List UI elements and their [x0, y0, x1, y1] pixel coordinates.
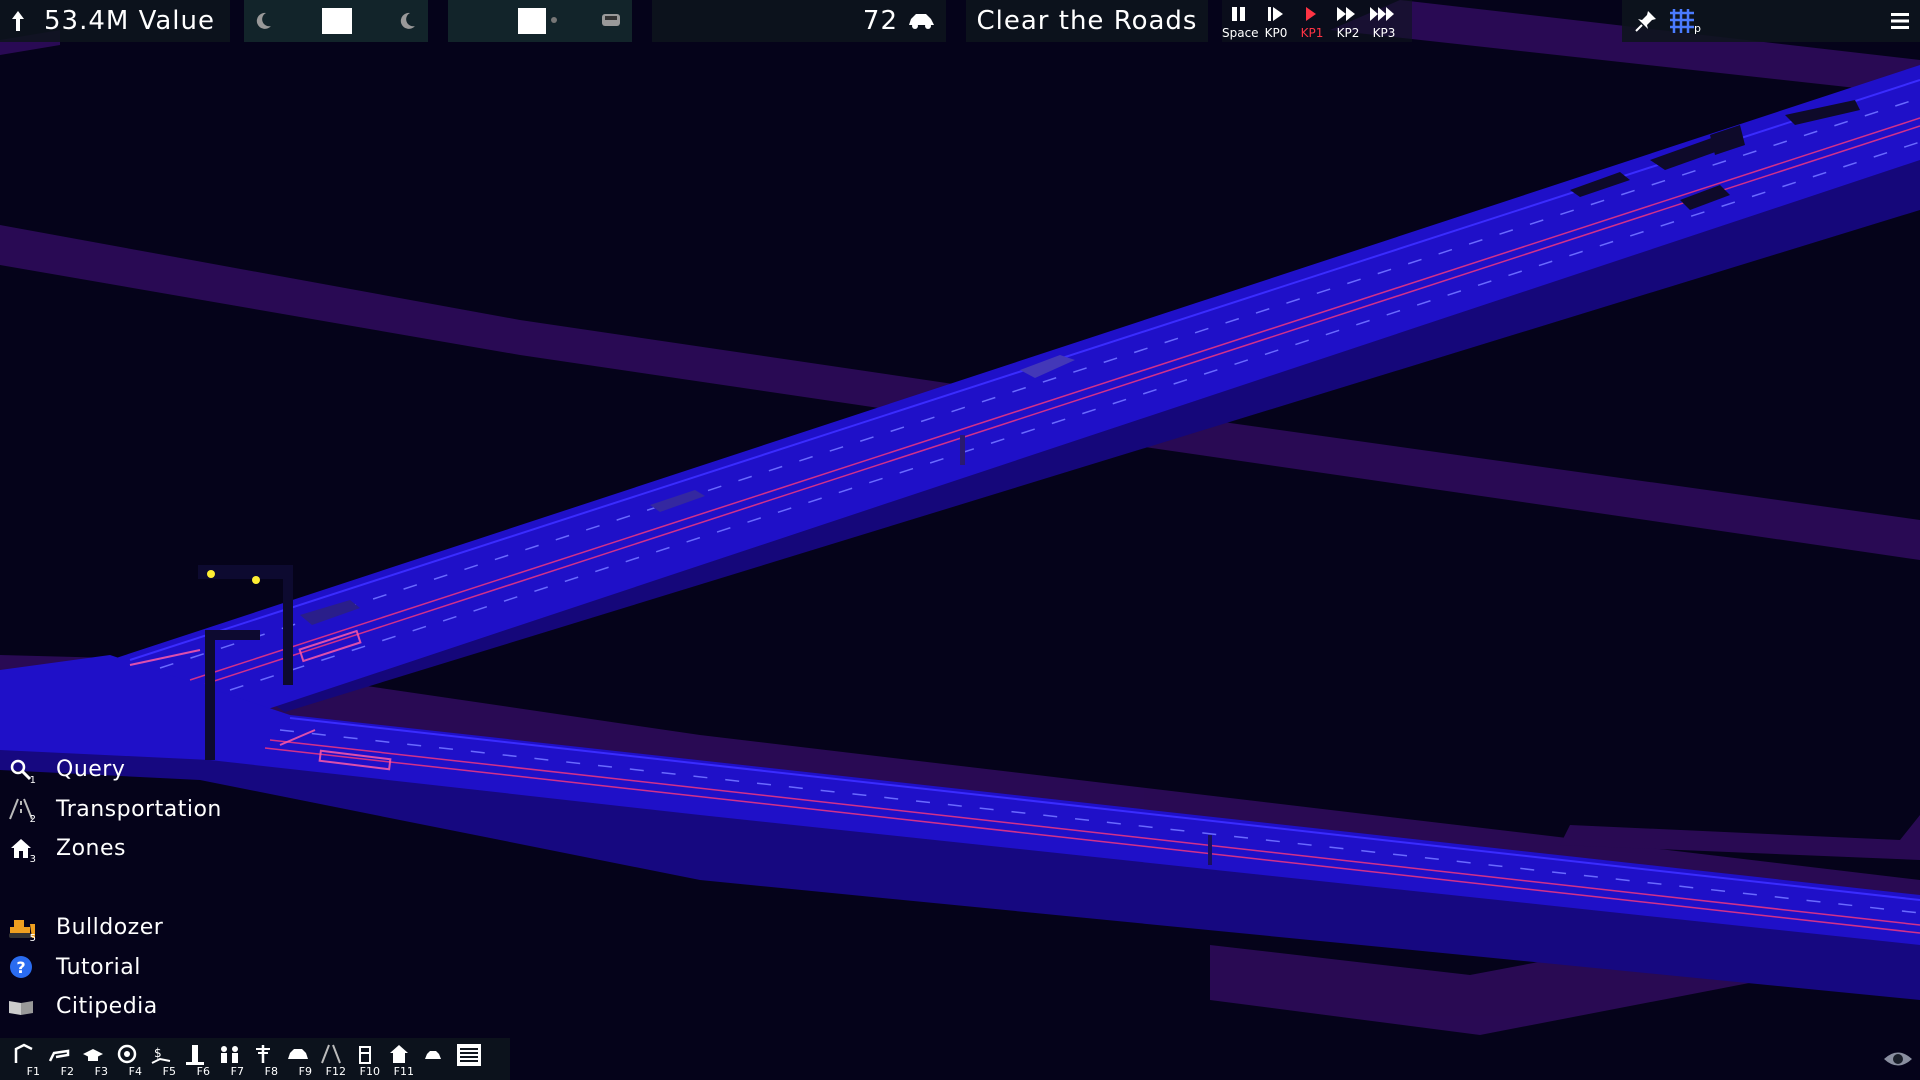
menu-item-label: Citipedia	[56, 994, 158, 1020]
speed-key-label: KP2	[1336, 26, 1360, 40]
time-of-day-slider[interactable]	[244, 0, 428, 42]
pause-button[interactable]: Space	[1222, 1, 1259, 41]
tool-key: F6	[196, 1065, 210, 1078]
tool-health-button[interactable]: F8	[246, 1039, 280, 1079]
speed-key-label: KP3	[1372, 26, 1396, 40]
tool-key: F5	[162, 1065, 176, 1078]
road-icon: 2	[0, 791, 42, 827]
moon-icon	[256, 12, 272, 30]
vehicle-count: 72	[862, 6, 898, 36]
weather-slider[interactable]	[448, 0, 632, 42]
menu-item-label: Zones	[56, 836, 126, 862]
tool-transit-button[interactable]: F2	[42, 1039, 76, 1079]
money-icon	[10, 11, 26, 31]
tool-amenity-button[interactable]: F4	[110, 1039, 144, 1079]
eye-icon[interactable]	[1882, 1048, 1914, 1074]
tool-people-button[interactable]: F7	[212, 1039, 246, 1079]
sign-post	[1208, 835, 1212, 865]
tool-key: F4	[128, 1065, 142, 1078]
objective-panel[interactable]: Clear the Roads	[966, 0, 1208, 42]
menu-item-label: Tutorial	[56, 954, 141, 980]
speed-3-button[interactable]: KP3	[1366, 1, 1402, 41]
tool-building-button[interactable]: F6	[178, 1039, 212, 1079]
city-map-view[interactable]	[0, 0, 1920, 1080]
tool-vehicle-button[interactable]	[416, 1039, 450, 1079]
traffic-panel[interactable]: 72	[652, 0, 946, 42]
weather-slider-handle[interactable]	[518, 8, 546, 34]
message-log-button[interactable]	[450, 1039, 484, 1079]
tool-storage-button[interactable]: F10	[348, 1039, 382, 1079]
speed-controls[interactable]: Space KP0 KP1 KP2 KP3	[1222, 0, 1412, 42]
menu-spacer	[0, 869, 240, 909]
tool-key: F11	[393, 1065, 414, 1078]
house-icon: 3	[0, 831, 42, 867]
time-slider-handle[interactable]	[322, 8, 352, 34]
tool-key: F2	[60, 1065, 74, 1078]
car-icon	[906, 11, 936, 31]
speed-1-button[interactable]: KP1	[1294, 1, 1330, 41]
tool-key: F9	[298, 1065, 312, 1078]
money-panel[interactable]: 53.4M Value	[0, 0, 230, 42]
svg-text:$: $	[154, 1046, 162, 1060]
help-icon: ?	[0, 949, 42, 985]
menu-item-citipedia[interactable]: Citipedia	[0, 987, 240, 1027]
hamburger-menu-icon[interactable]	[1890, 11, 1910, 31]
speed-key-label: Space	[1222, 26, 1259, 40]
tool-menu: 1 Query 2 Transportation 3 Zones 5 Bulld…	[0, 750, 240, 1027]
menu-item-tutorial[interactable]: ? Tutorial	[0, 948, 240, 988]
pin-icon[interactable]	[1634, 9, 1658, 33]
menu-item-zones[interactable]: 3 Zones	[0, 829, 240, 869]
grid-icon[interactable]	[1668, 7, 1696, 35]
book-icon	[0, 989, 42, 1025]
tool-key: F8	[264, 1065, 278, 1078]
tool-key: F7	[230, 1065, 244, 1078]
menu-item-label: Transportation	[56, 796, 222, 822]
map-tools-panel[interactable]: p	[1622, 0, 1920, 42]
bulldozer-icon: 5	[0, 910, 42, 946]
menu-item-transportation[interactable]: 2 Transportation	[0, 790, 240, 830]
speed-0-button[interactable]: KP0	[1258, 1, 1294, 41]
city-value: 53.4M Value	[44, 6, 215, 36]
tool-road-button[interactable]: F1	[8, 1039, 42, 1079]
moon-icon	[400, 12, 416, 30]
grid-shortcut-key: p	[1694, 22, 1701, 35]
tool-shortcut-bar: F1 F2 F3 F4 $ F5 F6 F7 F8 F9 F12 F10 F11	[0, 1038, 510, 1080]
menu-key: 3	[29, 853, 36, 865]
tool-key: F1	[26, 1065, 40, 1078]
tool-route-button[interactable]: F12	[314, 1039, 348, 1079]
svg-text:?: ?	[16, 958, 25, 977]
tool-education-button[interactable]: F3	[76, 1039, 110, 1079]
tool-key: F12	[325, 1065, 346, 1078]
tool-key: F3	[94, 1065, 108, 1078]
sun-icon	[548, 13, 560, 27]
speed-key-label: KP0	[1264, 26, 1288, 40]
tool-home-button[interactable]: F11	[382, 1039, 416, 1079]
menu-key: 2	[29, 814, 36, 826]
menu-key: 1	[29, 774, 36, 786]
sign-post	[960, 435, 965, 465]
menu-item-label: Query	[56, 757, 126, 783]
menu-item-label: Bulldozer	[56, 915, 164, 941]
magnifier-icon: 1	[0, 752, 42, 788]
speed-2-button[interactable]: KP2	[1330, 1, 1366, 41]
menu-item-bulldozer[interactable]: 5 Bulldozer	[0, 908, 240, 948]
tool-finance-button[interactable]: $ F5	[144, 1039, 178, 1079]
speed-key-label: KP1	[1300, 26, 1324, 40]
objective-title: Clear the Roads	[976, 6, 1198, 36]
vehicle-icon	[600, 10, 622, 30]
menu-item-query[interactable]: 1 Query	[0, 750, 240, 790]
tool-key: F10	[359, 1065, 380, 1078]
tool-traffic-button[interactable]: F9	[280, 1039, 314, 1079]
menu-key: 5	[29, 932, 36, 944]
